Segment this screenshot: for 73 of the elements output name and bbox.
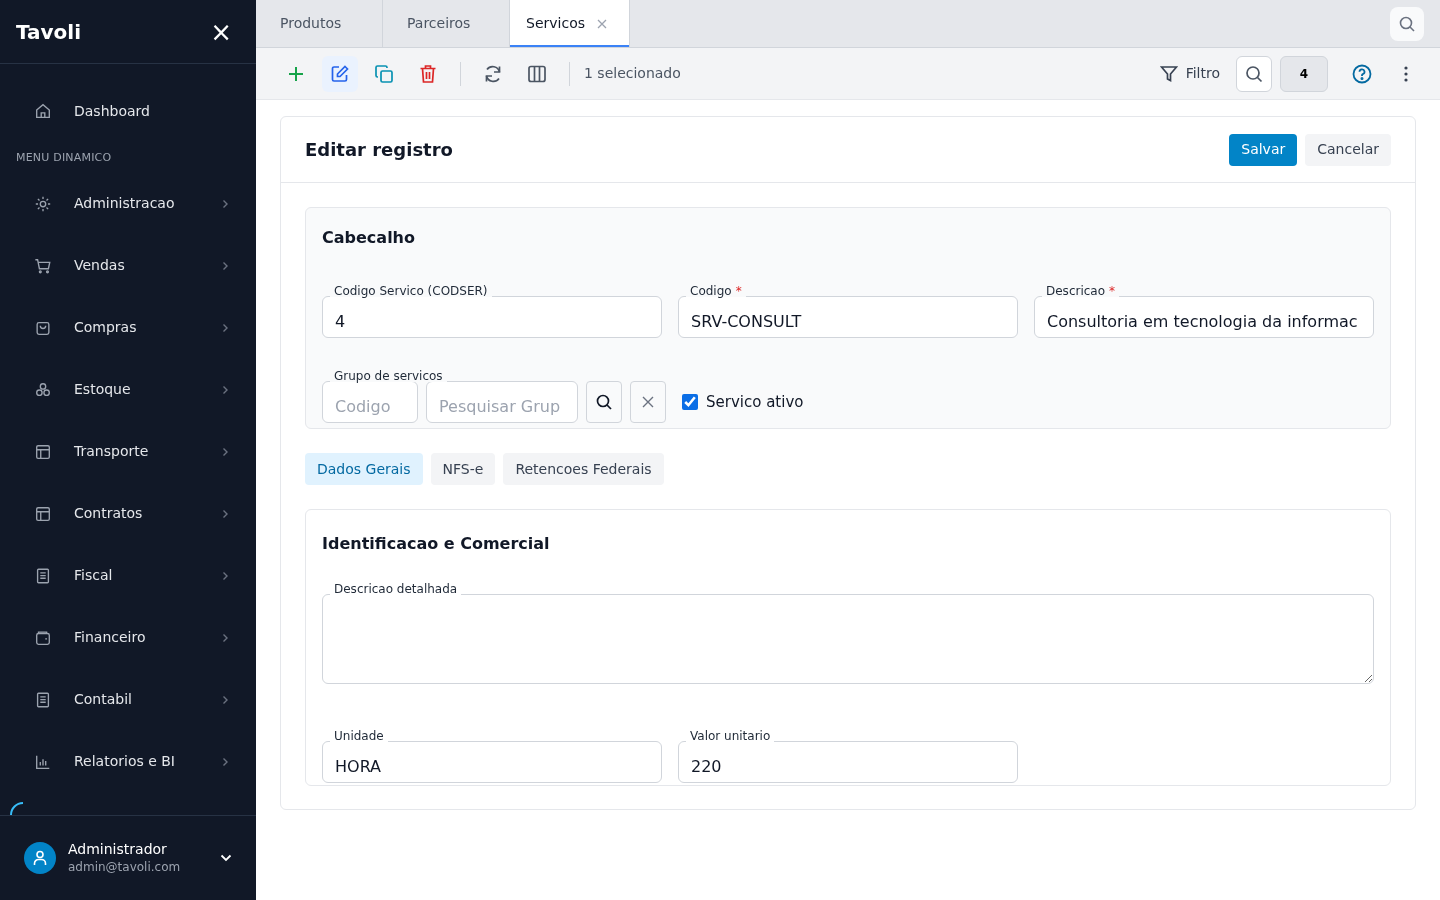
sidebar-item[interactable]: Vendas <box>0 234 256 297</box>
count-button[interactable]: 4 <box>1280 55 1328 92</box>
required-mark: * <box>1109 284 1116 299</box>
search-icon <box>1399 15 1415 32</box>
circles-icon <box>34 380 52 399</box>
input-field[interactable]: 220 <box>678 741 1018 784</box>
input-field[interactable]: Consultoria em tecnologia da informac <box>1034 296 1374 339</box>
filter-button[interactable]: Filtro <box>1151 63 1228 84</box>
help-icon <box>1352 63 1372 84</box>
copy-icon <box>374 63 394 84</box>
checkbox-label: Servico ativo <box>706 391 804 413</box>
close-icon[interactable] <box>597 18 607 29</box>
columns-icon <box>527 63 547 84</box>
code-field[interactable]: Codigo <box>322 381 418 424</box>
sidebar-item[interactable]: Contratos <box>0 482 256 545</box>
field-label: Descricao detalhada <box>330 583 462 596</box>
search-icon <box>1245 64 1263 83</box>
plus-icon <box>288 65 304 82</box>
form-title: Editar registro <box>305 138 454 161</box>
tab[interactable]: NFS-e <box>430 453 496 485</box>
sidebar-item[interactable]: Contabil <box>0 668 256 731</box>
cancel-button[interactable]: Cancelar <box>1305 133 1391 166</box>
sidebar-item[interactable]: Dashboard <box>0 80 256 142</box>
active-checkbox[interactable] <box>682 394 698 411</box>
tab[interactable]: Retencoes Federais <box>503 453 664 485</box>
tab[interactable]: Servicos <box>510 0 630 47</box>
required-mark: * <box>735 284 742 299</box>
sidebar-item[interactable]: Administracao <box>0 172 256 235</box>
field-label: Unidade <box>334 729 384 744</box>
sidebar-item[interactable]: Estoque <box>0 358 256 421</box>
sidebar-item[interactable]: Transporte <box>0 420 256 483</box>
section-title: Identificacao e Comercial <box>322 534 551 554</box>
field-label: Grupo de servicos <box>330 370 447 383</box>
document-icon <box>34 566 52 585</box>
sidebar-item[interactable]: Financeiro <box>0 606 256 669</box>
more-menu-icon <box>1404 65 1408 82</box>
sidebar-item[interactable]: Relatorios e BI <box>0 730 256 793</box>
sidebar-item[interactable]: Fiscal <box>0 544 256 607</box>
tab[interactable]: Dados Gerais <box>305 453 423 485</box>
search-button[interactable] <box>586 381 622 424</box>
brand-logo: Tavoli <box>16 18 82 46</box>
sidebar-item[interactable]: Compras <box>0 296 256 359</box>
spinner-icon <box>9 801 25 815</box>
document-icon <box>34 690 52 709</box>
edit-button[interactable] <box>322 55 358 92</box>
section-title: Cabecalho <box>322 228 416 248</box>
user-name: Administrador <box>68 840 168 858</box>
cart-icon <box>34 256 52 275</box>
filter-icon <box>1159 64 1178 83</box>
refresh-icon <box>483 63 503 84</box>
field-label: Valor unitario <box>690 729 771 744</box>
search-field[interactable]: Pesquisar Grup <box>426 381 578 424</box>
user-email: admin@tavoli.com <box>68 858 182 876</box>
close-icon <box>642 396 654 409</box>
close-button[interactable]: × <box>210 18 232 45</box>
edit-icon <box>330 63 350 84</box>
wallet-icon <box>34 628 52 647</box>
home-icon <box>34 102 52 120</box>
layout-icon <box>34 442 52 461</box>
input-field[interactable]: HORA <box>322 741 662 784</box>
selection-count: 1 selecionado <box>584 64 681 83</box>
field-label: Codigo <box>690 284 732 299</box>
save-button[interactable]: Salvar <box>1229 133 1298 166</box>
user-avatar <box>24 842 56 874</box>
layout-icon <box>34 504 52 523</box>
chevron-down-icon[interactable] <box>220 854 232 862</box>
trash-icon <box>419 63 437 84</box>
section-heading: MENU DINAMICO <box>15 150 113 166</box>
search-icon <box>596 394 612 411</box>
field-label: Descricao <box>1046 284 1106 299</box>
gear-icon <box>34 194 52 213</box>
field-label: Codigo Servico (CODSER) <box>334 284 488 299</box>
search-button[interactable] <box>1236 55 1272 92</box>
